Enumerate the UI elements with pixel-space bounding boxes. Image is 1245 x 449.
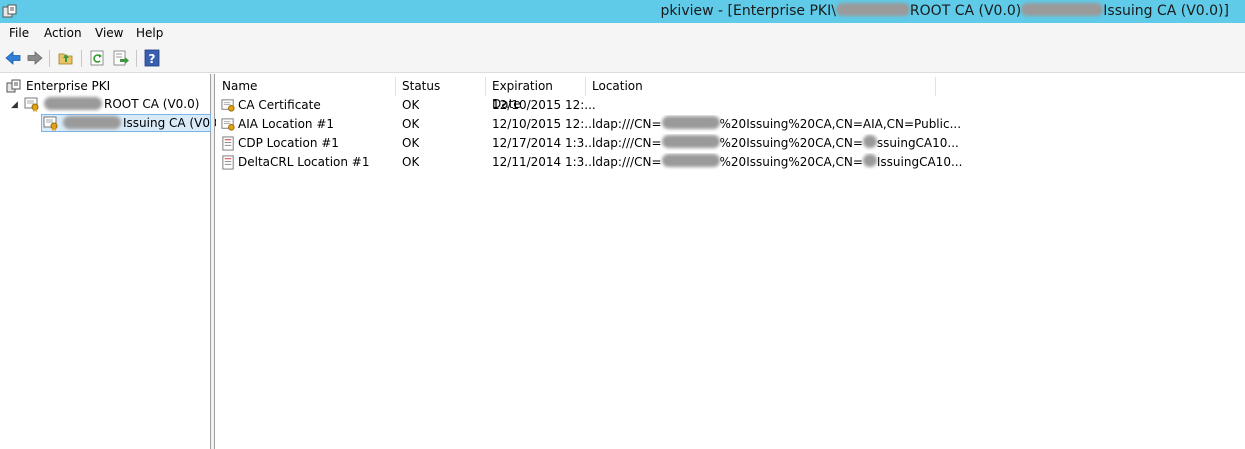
tree-label-enterprise-pki: Enterprise PKI [26, 79, 111, 93]
tree-label-issuing-ca: Issuing CA (V0.0 [123, 116, 222, 130]
location-prefix: ldap:///CN= [592, 117, 662, 131]
cell-expiration: 12/17/2014 1:3... [492, 136, 596, 150]
tree-node-root-ca[interactable]: ROOT CA (V0.0) [24, 95, 204, 113]
location-suffix: ssuingCA10... [876, 136, 959, 150]
column-header-name[interactable]: Name [216, 77, 396, 96]
redacted-text [835, 3, 910, 16]
redacted-text [661, 135, 720, 148]
cell-location: ldap:///CN= %20Issuing%20CA,CN=AIA,CN=Pub… [592, 115, 961, 134]
location-suffix: %20Issuing%20CA,CN=AIA,CN=Public... [719, 117, 962, 131]
column-header-location[interactable]: Location [586, 77, 936, 96]
redacted-text [63, 116, 121, 129]
forward-arrow-icon[interactable] [26, 49, 44, 67]
cell-expiration: 12/10/2015 12:... [492, 117, 596, 131]
list-item-cdp-location[interactable]: CDP Location #1 OK 12/17/2014 1:3... lda… [216, 134, 959, 153]
column-header-expiration[interactable]: Expiration Date [486, 77, 586, 111]
menu-bar: File Action View Help [0, 23, 1245, 44]
location-middle: %20Issuing%20CA,CN= [719, 155, 863, 169]
location-suffix: IssuingCA10... [876, 155, 963, 169]
pkiview-app-icon [2, 4, 17, 18]
cell-name: AIA Location #1 [238, 117, 335, 131]
menu-file[interactable]: File [9, 26, 29, 41]
svg-text:?: ? [149, 52, 156, 66]
certificate-authority-icon [43, 116, 58, 131]
cell-expiration: 12/10/2015 12:... [492, 98, 596, 112]
redacted-text [862, 135, 877, 148]
location-prefix: ldap:///CN= [592, 136, 662, 150]
pane-splitter[interactable] [211, 74, 215, 449]
help-icon[interactable]: ? [143, 49, 161, 67]
crl-list-icon [222, 155, 234, 170]
cell-status: OK [402, 117, 420, 131]
toolbar-separator [81, 50, 82, 67]
menu-help[interactable]: Help [136, 26, 163, 41]
certificate-icon [221, 99, 235, 112]
back-arrow-icon[interactable] [4, 49, 22, 67]
console-tree: Enterprise PKI ◢ ROOT CA (V0.0) Issuing … [0, 74, 221, 449]
collapse-triangle-icon[interactable]: ◢ [11, 100, 18, 110]
title-root-ca: ROOT CA (V0.0) [909, 3, 1022, 19]
redacted-text [661, 116, 720, 129]
tree-node-issuing-ca[interactable]: Issuing CA (V0.0 [43, 114, 221, 132]
menu-view[interactable]: View [95, 26, 123, 41]
enterprise-pki-icon [6, 79, 21, 93]
results-list: Name Status Expiration Date Location CA … [216, 74, 1245, 449]
list-item-deltacrl-location[interactable]: DeltaCRL Location #1 OK 12/11/2014 1:3..… [216, 153, 962, 172]
up-folder-icon[interactable] [57, 49, 75, 67]
list-item-ca-certificate[interactable]: CA Certificate OK 12/10/2015 12:... [216, 96, 936, 115]
cell-location: ldap:///CN= %20Issuing%20CA,CN= ssuingCA10… [592, 134, 959, 153]
column-header-status[interactable]: Status [396, 77, 486, 96]
location-prefix: ldap:///CN= [592, 155, 662, 169]
location-middle: %20Issuing%20CA,CN= [719, 136, 863, 150]
title-issuing-ca: Issuing CA (V0.0)] [1103, 3, 1229, 19]
cell-status: OK [402, 155, 420, 169]
crl-list-icon [222, 136, 234, 151]
redacted-text [661, 154, 720, 167]
cell-status: OK [402, 136, 420, 150]
toolbar: ? [0, 44, 1245, 73]
redacted-text [862, 154, 877, 167]
title-prefix: pkiview - [Enterprise PKI\ [660, 3, 836, 19]
window-title: pkiview - [Enterprise PKI\ ROOT CA (V0.0)… [660, 2, 1229, 20]
refresh-icon[interactable] [89, 49, 107, 67]
tree-label-root-ca: ROOT CA (V0.0) [104, 97, 200, 111]
toolbar-separator [49, 50, 50, 67]
cell-expiration: 12/11/2014 1:3... [492, 155, 596, 169]
certificate-authority-icon [24, 97, 39, 112]
redacted-text [44, 97, 102, 110]
redacted-text [1021, 3, 1104, 16]
cell-name: CDP Location #1 [238, 136, 339, 150]
cell-name: DeltaCRL Location #1 [238, 155, 370, 169]
certificate-icon [221, 118, 235, 131]
cell-name: CA Certificate [238, 98, 321, 112]
menu-action[interactable]: Action [44, 26, 82, 41]
title-bar: pkiview - [Enterprise PKI\ ROOT CA (V0.0)… [0, 0, 1245, 23]
export-list-icon[interactable] [112, 49, 130, 67]
toolbar-separator [136, 50, 137, 67]
cell-status: OK [402, 98, 420, 112]
cell-location: ldap:///CN= %20Issuing%20CA,CN= IssuingCA1… [592, 153, 962, 172]
list-item-aia-location[interactable]: AIA Location #1 OK 12/10/2015 12:... lda… [216, 115, 961, 134]
